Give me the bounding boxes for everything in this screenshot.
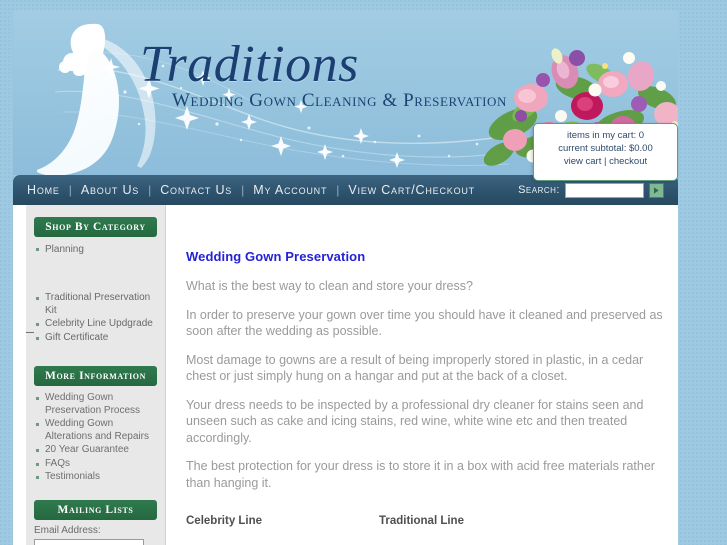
page-root: Traditions Wedding Gown Cleaning & Prese…	[0, 0, 727, 545]
cart-subtotal: current subtotal: $0.00	[558, 143, 653, 154]
search-label: Search:	[518, 184, 560, 196]
main-content: Wedding Gown Preservation What is the be…	[167, 205, 678, 545]
sidebar-item-traditional-preservation-kit[interactable]: Traditional Preservation Kit	[34, 292, 161, 317]
cart-item-count: items in my cart: 0	[566, 130, 645, 141]
nav-link-group: Home | About Us | Contact Us | My Accoun…	[27, 175, 475, 205]
search-input[interactable]	[565, 182, 644, 198]
nav-item-view-cart-checkout[interactable]: View Cart/Checkout	[348, 183, 475, 197]
checkout-link[interactable]: checkout	[609, 156, 647, 167]
paragraph-best-protection: The best protection for your dress is to…	[186, 459, 655, 490]
sidebar-panel-title-more-information: More Information	[34, 366, 157, 386]
site-logo: Traditions Wedding Gown Cleaning & Prese…	[140, 38, 510, 112]
paragraph-question: What is the best way to clean and store …	[186, 279, 473, 293]
sidebar-information-list: Wedding Gown Preservation Process Weddin…	[26, 392, 165, 484]
paragraph-inspection: Your dress needs to be inspected by a pr…	[186, 397, 644, 445]
page-title: Wedding Gown Preservation	[186, 249, 366, 264]
nav-separator: |	[241, 183, 245, 197]
bride-silhouette-illustration	[37, 23, 156, 175]
sidebar-item-alterations-repairs[interactable]: Wedding Gown Alterations and Repairs	[34, 418, 161, 443]
cart-link-separator: |	[601, 156, 610, 167]
sidebar-item-testimonials[interactable]: Testimonials	[34, 471, 161, 484]
nav-item-my-account[interactable]: My Account	[253, 183, 327, 197]
paragraph-preserve-over-time: In order to preserve your gown over time…	[186, 307, 663, 339]
cart-links: view cart | checkout	[534, 155, 677, 168]
nav-separator: |	[68, 183, 72, 197]
paragraph-damage-causes: Most damage to gowns are a result of bei…	[186, 352, 644, 384]
sidebar-rail-tick-mark	[26, 332, 34, 333]
sidebar-item-faqs[interactable]: FAQs	[34, 458, 161, 471]
mailing-email-input[interactable]	[34, 538, 144, 545]
product-line-columns: Celebrity Line Traditional Line	[186, 515, 664, 545]
sparkle-swirl-decoration	[54, 52, 512, 168]
sidebar-item-preservation-process[interactable]: Wedding Gown Preservation Process	[34, 392, 161, 417]
sidebar-category-list: Planning	[26, 243, 165, 256]
logo-brand-name: Traditions	[140, 36, 359, 93]
sidebar-panel-title-mailing-lists: Mailing Lists	[34, 499, 157, 520]
nav-separator: |	[336, 183, 340, 197]
nav-item-contact-us[interactable]: Contact Us	[160, 183, 232, 197]
sidebar-panel-title-shop-by-category: Shop By Category	[34, 217, 157, 237]
logo-tagline: Wedding Gown Cleaning & Preservation	[172, 90, 508, 111]
content-area: Shop By Category Planning Traditional Pr…	[13, 205, 678, 545]
sidebar-item-celebrity-line-upgrade[interactable]: Celebrity Line Updgrade	[34, 318, 161, 331]
sidebar: Shop By Category Planning Traditional Pr…	[26, 205, 166, 545]
search-submit-arrow-icon[interactable]	[649, 182, 664, 198]
nav-separator: |	[148, 183, 152, 197]
column-title-traditional-line: Traditional Line	[379, 515, 464, 527]
sidebar-category-image-gap	[26, 258, 165, 286]
column-title-celebrity-line: Celebrity Line	[186, 515, 263, 527]
sidebar-product-list: Traditional Preservation Kit Celebrity L…	[26, 292, 165, 344]
nav-item-home[interactable]: Home	[27, 183, 60, 197]
nav-item-about-us[interactable]: About Us	[81, 183, 139, 197]
sidebar-item-gift-certificate[interactable]: Gift Certificate	[34, 332, 161, 345]
sidebar-item-planning[interactable]: Planning	[34, 243, 161, 256]
mailing-email-label: Email Address:	[34, 524, 101, 536]
view-cart-link[interactable]: view cart	[564, 156, 601, 167]
sidebar-item-20-year-guarantee[interactable]: 20 Year Guarantee	[34, 444, 161, 457]
mini-cart-box: items in my cart: 0 current subtotal: $0…	[533, 123, 678, 181]
